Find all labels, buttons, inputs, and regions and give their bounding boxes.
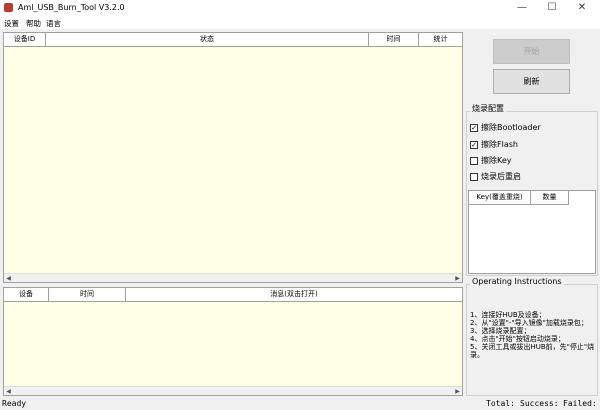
app-icon [4,3,13,12]
start-button[interactable]: 开始 [493,39,570,64]
option-erase-key[interactable]: 擦除Key [470,155,512,166]
device-table-scrollbar[interactable]: ◀ ▶ [4,273,462,282]
option-label: 擦除Flash [481,140,518,149]
menu-bar: 设置 帮助 语言 [0,16,600,29]
close-button[interactable]: ✕ [568,0,596,16]
instructions-list: 1、连接好HUB及设备； 2、从"设置"-"导入镜像"加载烧录包； 3、选择烧录… [470,311,596,359]
burn-config-label: 烧录配置 [470,103,506,114]
title-bar: Aml_USB_Burn_Tool V3.2.0 — ☐ ✕ [0,0,600,16]
scroll-right-icon[interactable]: ▶ [453,274,462,283]
col-time[interactable]: 时间 [369,33,419,47]
maximize-button[interactable]: ☐ [538,0,566,16]
status-ready: Ready [2,399,27,408]
col-status[interactable]: 状态 [46,33,369,47]
option-erase-flash[interactable]: ✓ 擦除Flash [470,139,518,150]
col-log-device[interactable]: 设备 [4,288,49,302]
scroll-left-icon[interactable]: ◀ [4,274,13,283]
option-label: 擦除Key [481,156,512,165]
scroll-right-icon[interactable]: ▶ [453,387,462,396]
instruction-line: 5、关闭工具或拔出HUB前，先"停止"烧录。 [470,343,595,359]
instruction-line: 4、点击"开始"按钮启动烧录； [470,335,565,343]
col-log-time[interactable]: 时间 [49,288,126,302]
status-success: Success: [520,399,559,408]
scroll-left-icon[interactable]: ◀ [4,387,13,396]
status-failed: Failed: [563,399,597,408]
status-total: Total: [486,399,515,408]
menu-help[interactable]: 帮助 [26,18,41,29]
log-table[interactable]: 设备 时间 消息(双击打开) ◀ ▶ [3,287,463,396]
menu-language[interactable]: 语言 [46,18,61,29]
option-label: 烧录后重启 [481,172,521,181]
menu-settings[interactable]: 设置 [4,18,19,29]
col-log-message[interactable]: 消息(双击打开) [126,288,462,302]
status-bar: Ready Total: Success: Failed: [0,398,600,410]
option-reboot-after-burn[interactable]: 烧录后重启 [470,171,521,182]
instruction-line: 3、选择烧录配置； [470,327,531,335]
key-table[interactable]: Key(覆盖重烧) 数量 [468,190,596,274]
log-table-scrollbar[interactable]: ◀ ▶ [4,386,462,395]
checkbox-checked-icon[interactable]: ✓ [470,123,478,132]
col-stats[interactable]: 统计 [419,33,462,47]
window-title: Aml_USB_Burn_Tool V3.2.0 [18,3,125,12]
option-label: 擦除Bootloader [481,123,541,132]
option-erase-bootloader[interactable]: ✓ 擦除Bootloader [470,122,541,133]
col-key[interactable]: Key(覆盖重烧) [469,191,531,205]
checkbox-checked-icon[interactable]: ✓ [470,140,478,149]
instruction-line: 1、连接好HUB及设备； [470,311,546,319]
checkbox-unchecked-icon[interactable] [470,172,478,181]
instructions-label: Operating Instructions [470,277,564,286]
device-table[interactable]: 设备ID 状态 时间 统计 ◀ ▶ [3,32,463,283]
minimize-button[interactable]: — [508,0,536,16]
refresh-button[interactable]: 刷新 [493,69,570,94]
instruction-line: 2、从"设置"-"导入镜像"加载烧录包； [470,319,588,327]
checkbox-unchecked-icon[interactable] [470,156,478,165]
col-count[interactable]: 数量 [531,191,569,205]
col-device-id[interactable]: 设备ID [4,33,46,47]
